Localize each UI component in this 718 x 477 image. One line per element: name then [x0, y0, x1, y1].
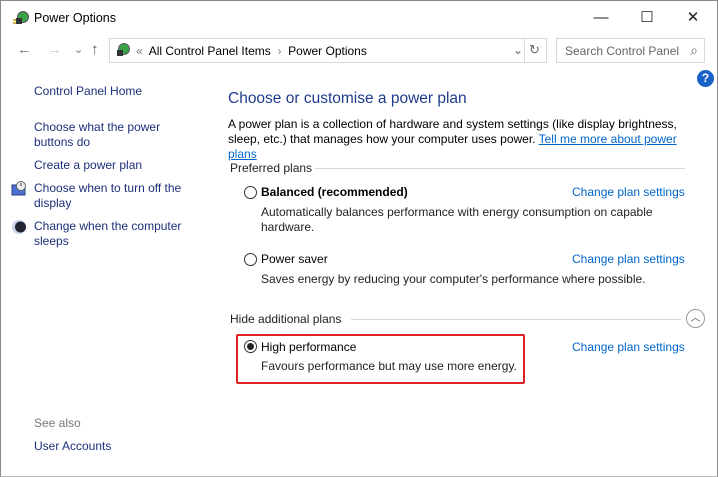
display-clock-icon [11, 181, 27, 200]
search-placeholder: Search Control Panel [565, 44, 680, 58]
minimize-button[interactable]: — [578, 5, 624, 31]
change-settings-high-performance[interactable]: Change plan settings [572, 340, 685, 354]
plan-name-high-performance: High performance [261, 340, 357, 354]
plan-desc-balanced: Automatically balances performance with … [261, 205, 653, 234]
preferred-plans-label: Preferred plans [230, 161, 313, 175]
power-options-icon [114, 42, 130, 61]
plan-desc-high-performance: Favours performance but may use more ene… [261, 359, 517, 373]
overflow-crumb[interactable]: « [136, 44, 143, 58]
divider [351, 319, 681, 320]
change-settings-power-saver[interactable]: Change plan settings [572, 252, 685, 266]
page-title: Choose or customise a power plan [228, 90, 467, 107]
help-button[interactable]: ? [697, 70, 714, 87]
user-accounts-link[interactable]: User Accounts [34, 439, 111, 454]
recent-locations-button[interactable]: ⌄ [74, 43, 83, 56]
forward-button[interactable]: → [47, 41, 62, 58]
sleep-moon-icon [11, 219, 27, 238]
plan-name-power-saver: Power saver [261, 252, 328, 266]
sidebar-computer-sleeps[interactable]: Change when the computer sleeps [34, 219, 199, 249]
search-icon: ⌕ [690, 42, 698, 58]
address-bar[interactable]: « All Control Panel Items › Power Option… [109, 38, 547, 63]
address-dropdown[interactable]: ⌄ [513, 43, 523, 57]
window: Power Options — ☐ ✕ ← → ⌄ ↑ « All Contro… [0, 0, 718, 477]
plan-name-balanced: Balanced (recommended) [261, 185, 408, 199]
page-description: A power plan is a collection of hardware… [228, 117, 688, 162]
see-also-label: See also [34, 416, 81, 430]
sidebar-create-plan[interactable]: Create a power plan [34, 158, 142, 173]
hide-plans-label: Hide additional plans [230, 312, 342, 326]
crumb-arrow[interactable]: › [277, 44, 281, 58]
up-button[interactable]: ↑ [91, 41, 99, 58]
search-input[interactable]: Search Control Panel ⌕ [556, 38, 705, 63]
crumb-power-options[interactable]: Power Options [288, 44, 367, 58]
power-options-icon [13, 10, 29, 26]
radio-high-performance[interactable] [244, 340, 257, 353]
change-settings-balanced[interactable]: Change plan settings [572, 185, 685, 199]
maximize-button[interactable]: ☐ [624, 5, 670, 31]
sidebar-power-buttons[interactable]: Choose what the power buttons do [34, 120, 184, 150]
radio-power-saver[interactable] [244, 253, 257, 266]
sidebar-control-panel-home[interactable]: Control Panel Home [34, 84, 142, 99]
radio-balanced[interactable] [244, 186, 257, 199]
back-button[interactable]: ← [17, 41, 32, 58]
sidebar-turn-off-display[interactable]: Choose when to turn off the display [34, 181, 199, 211]
close-button[interactable]: ✕ [670, 5, 716, 31]
divider [315, 168, 685, 169]
refresh-button[interactable]: ↻ [529, 42, 540, 58]
window-title: Power Options [34, 11, 116, 25]
crumb-all-items[interactable]: All Control Panel Items [149, 44, 271, 58]
collapse-chevron-icon[interactable]: ︿ [686, 309, 705, 328]
plan-desc-power-saver: Saves energy by reducing your computer's… [261, 272, 646, 286]
